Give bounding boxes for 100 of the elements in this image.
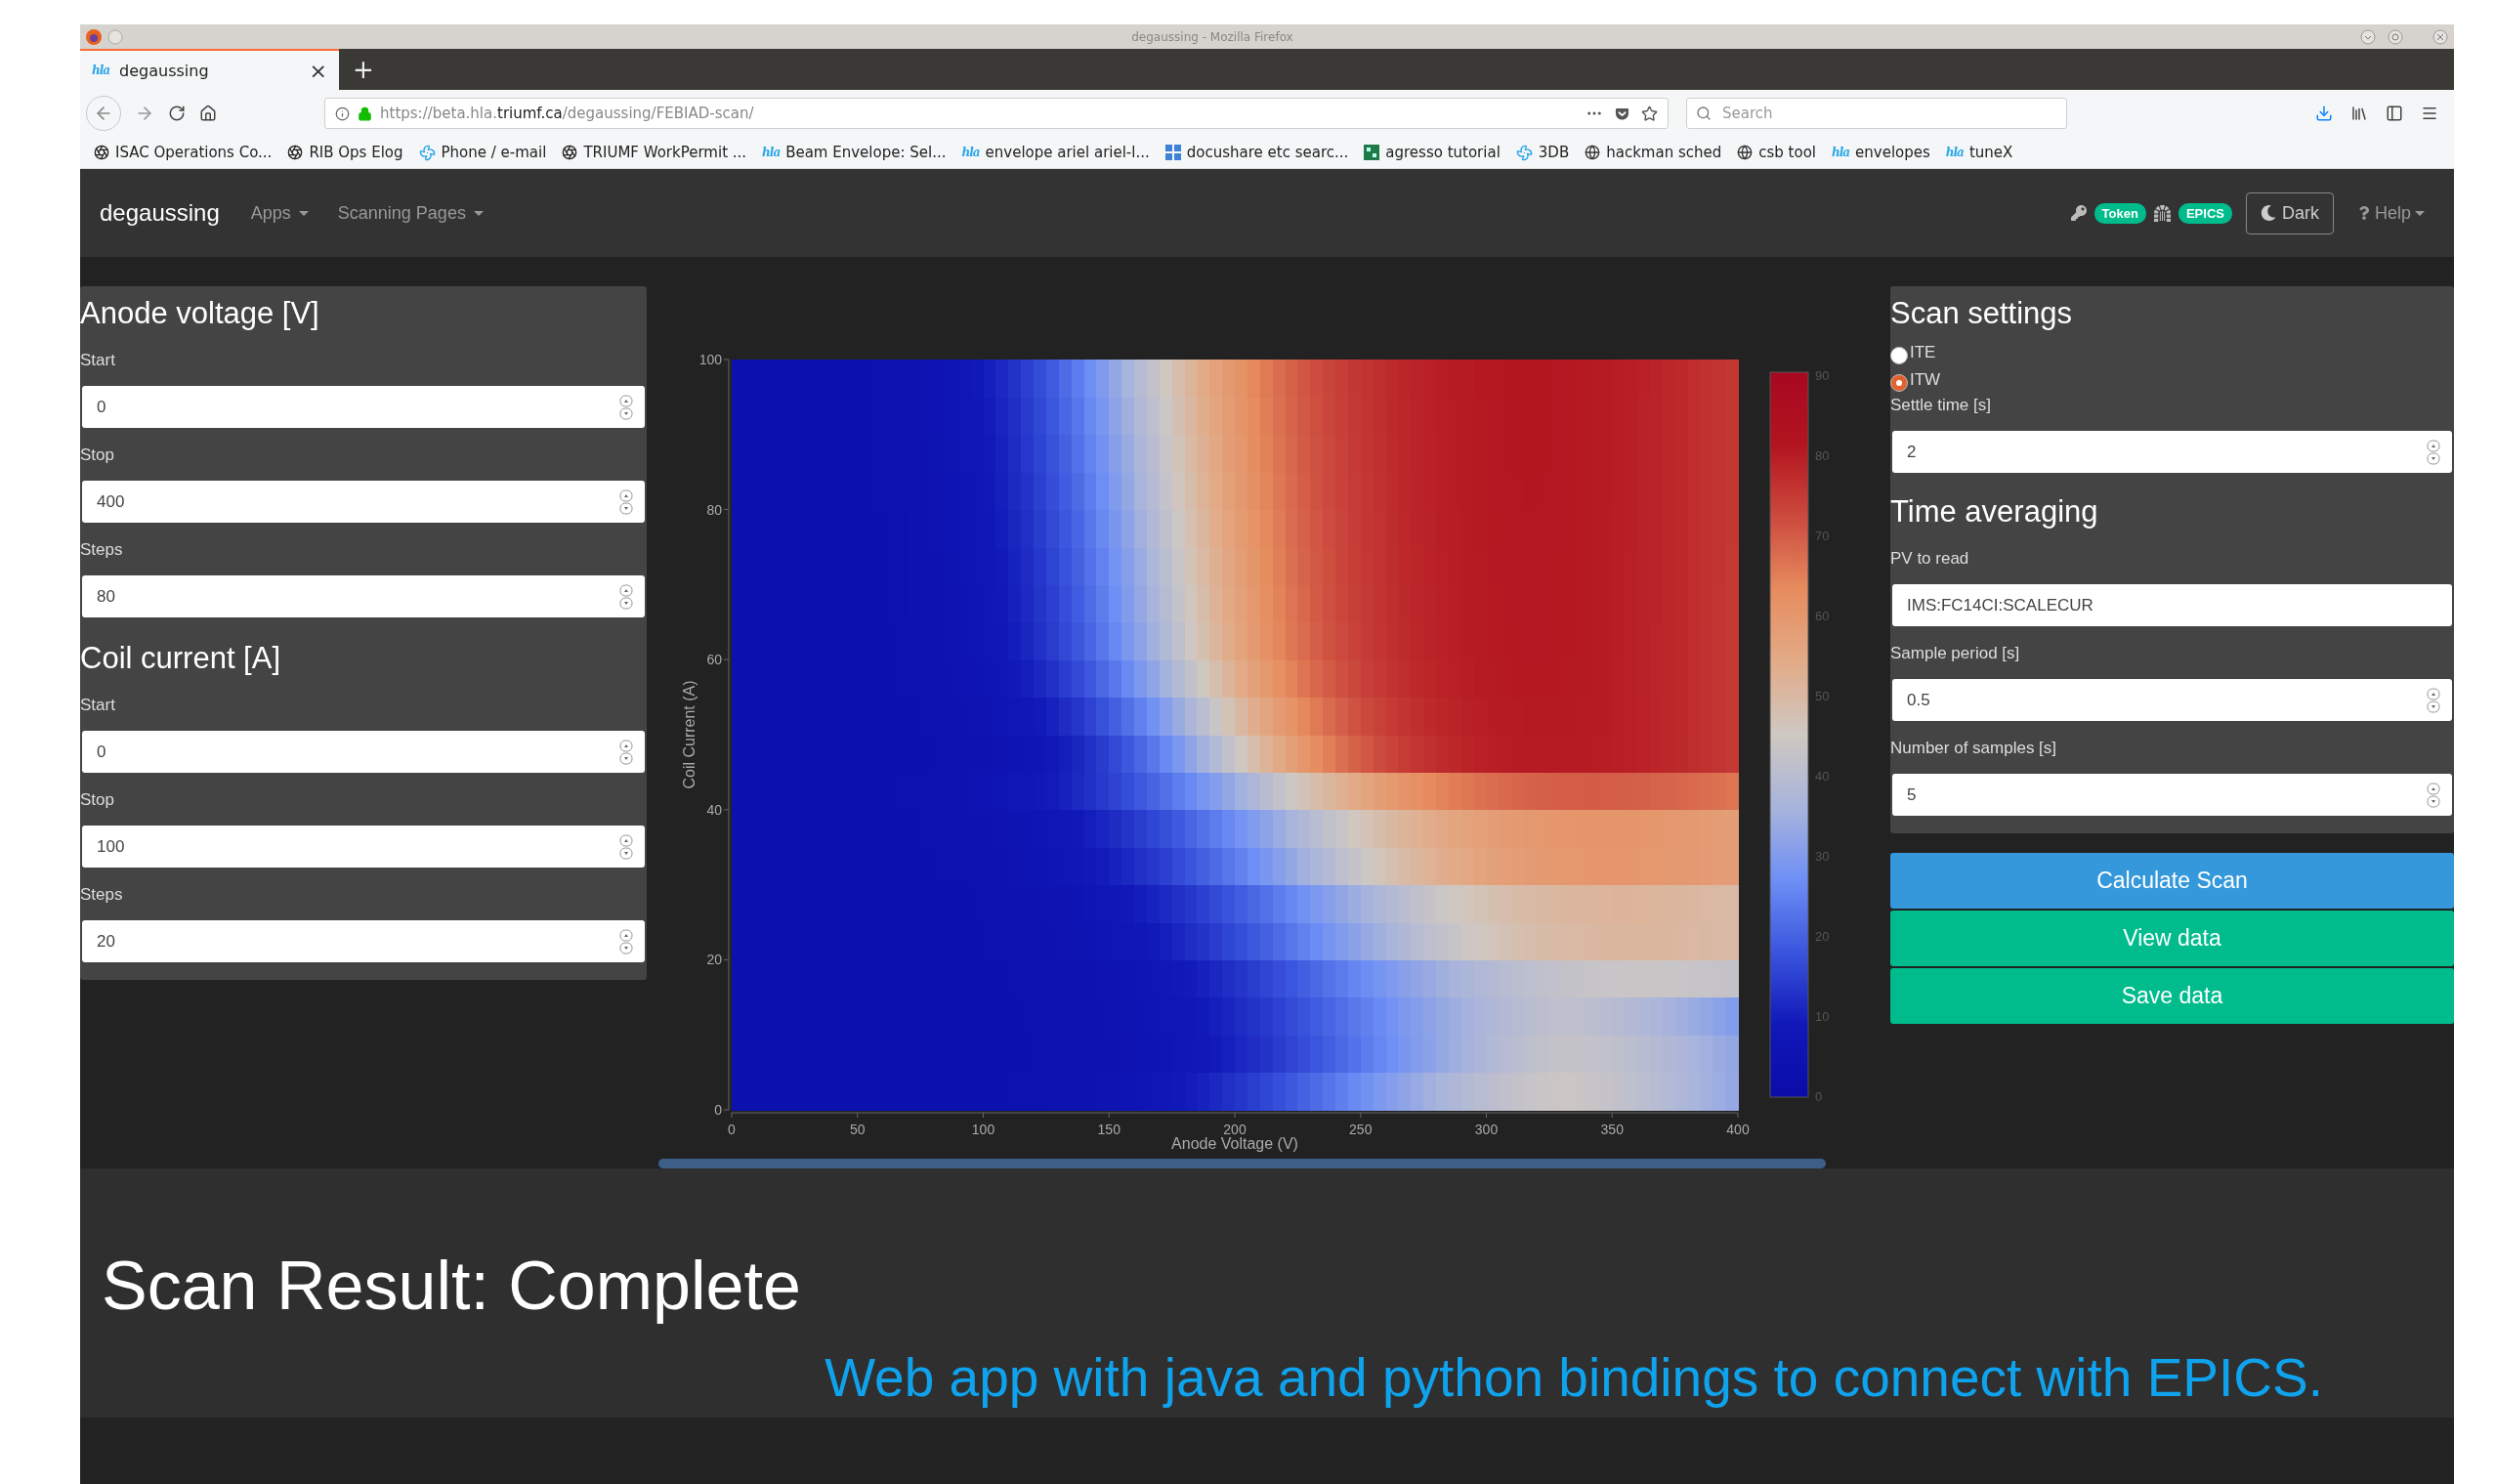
number-field[interactable]: 0 xyxy=(82,731,645,773)
axis-tick-label: 80 xyxy=(705,501,722,518)
number-field[interactable]: 2 xyxy=(1892,431,2452,473)
circle-icon xyxy=(107,28,123,45)
bookmark-label: csb tool xyxy=(1758,144,1816,161)
radio-option[interactable]: ITE xyxy=(1890,339,2452,366)
download-button[interactable] xyxy=(2315,105,2333,122)
spinner-icon[interactable] xyxy=(619,489,633,515)
bookmark[interactable]: hackman sched xyxy=(1585,144,1722,161)
bookmark[interactable]: csb tool xyxy=(1737,144,1816,161)
axis-tick-label: 300 xyxy=(1474,1122,1498,1137)
caret-icon xyxy=(298,210,309,216)
bookmark-label: Phone / e-mail xyxy=(441,144,547,161)
home-button[interactable] xyxy=(199,105,217,122)
number-field[interactable]: 0.5 xyxy=(1892,679,2452,721)
new-tab-button[interactable]: + xyxy=(339,49,388,90)
scrollbar[interactable] xyxy=(658,1159,1826,1168)
axis-tick-label: 250 xyxy=(1348,1122,1372,1137)
pocket-icon[interactable] xyxy=(1615,106,1629,121)
status-badge: EPICS xyxy=(2178,202,2232,224)
bookmark[interactable]: agresso tutorial xyxy=(1364,144,1501,161)
reload-button[interactable] xyxy=(168,105,186,122)
spinner-icon[interactable] xyxy=(619,584,633,610)
axis-title: Anode Voltage (V) xyxy=(1170,1135,1298,1152)
axis-title: Coil Current (A) xyxy=(680,680,698,789)
spinner-icon[interactable] xyxy=(2427,783,2440,808)
axis-tick-label: 60 xyxy=(705,652,722,668)
maximize-icon[interactable] xyxy=(2388,28,2403,45)
browser-tab[interactable]: hla degaussing × xyxy=(80,49,339,90)
field-label: Stop xyxy=(80,445,115,465)
sheet-icon xyxy=(1364,145,1380,160)
spinner-icon[interactable] xyxy=(619,834,633,860)
firefox-icon xyxy=(86,28,102,45)
minimize-icon[interactable] xyxy=(2360,28,2376,45)
caption-text: Web app with java and python bindings to connect with EPICS. xyxy=(824,1346,2323,1409)
axis-tick-label: 150 xyxy=(1097,1122,1121,1137)
number-field[interactable]: 100 xyxy=(82,826,645,868)
caret-icon xyxy=(2415,210,2425,216)
bookmark[interactable]: hla envelopes xyxy=(1832,144,1930,161)
help-menu[interactable]: Help xyxy=(2356,202,2425,224)
dark-mode-button[interactable]: Dark xyxy=(2245,191,2334,234)
axis-tick-label: 40 xyxy=(705,801,722,818)
spinner-icon[interactable] xyxy=(619,740,633,765)
bookmark[interactable]: RIB Ops Elog xyxy=(287,144,403,161)
grid-icon xyxy=(1164,145,1181,160)
field-label: Start xyxy=(80,696,116,715)
spinner-icon[interactable] xyxy=(619,395,633,420)
bookmark[interactable]: hla envelope ariel ariel-l... xyxy=(961,144,1150,161)
axis-tick-label: 0 xyxy=(713,1102,722,1118)
moon-icon xyxy=(2260,205,2276,221)
number-field[interactable]: 400 xyxy=(82,481,645,523)
field-label: Settle time [s] xyxy=(1890,396,1992,415)
number-field[interactable]: 20 xyxy=(82,920,645,962)
gate-icon xyxy=(2153,204,2171,222)
radio-button[interactable] xyxy=(1890,374,1908,392)
sidebar-button[interactable] xyxy=(2386,105,2403,122)
url-text: https://beta.hla.triumf.ca/degaussing/FEBIAD-scan/ xyxy=(380,105,754,122)
fan-icon xyxy=(418,144,436,161)
radio-button[interactable] xyxy=(1890,347,1908,364)
tab-title: degaussing xyxy=(119,61,209,80)
spinner-icon[interactable] xyxy=(2427,688,2440,713)
library-button[interactable] xyxy=(2350,105,2368,122)
app-brand[interactable]: degaussing xyxy=(100,199,220,227)
star-icon[interactable] xyxy=(1641,105,1658,122)
field-label: Start xyxy=(80,351,116,370)
close-icon[interactable] xyxy=(2432,28,2448,45)
nav-menu[interactable]: Scanning Pages xyxy=(337,202,484,224)
bookmark-label: envelopes xyxy=(1855,144,1930,161)
hla-logo: hla xyxy=(961,146,980,159)
number-field[interactable]: 0 xyxy=(82,386,645,428)
axis-tick-label: 400 xyxy=(1725,1122,1750,1137)
radio-option[interactable]: ITW xyxy=(1890,366,2452,394)
nav-menu[interactable]: Apps xyxy=(250,202,309,224)
tab-close-button[interactable]: × xyxy=(309,58,327,83)
status-badge: Token xyxy=(2093,202,2146,224)
axis-tick-label: 350 xyxy=(1600,1122,1624,1137)
axis-tick-label: 100 xyxy=(971,1122,994,1137)
panel-title: Time averaging xyxy=(1890,493,2099,530)
bookmark[interactable]: 3DB xyxy=(1515,144,1570,161)
spinner-icon[interactable] xyxy=(2427,440,2440,465)
text-field[interactable]: IMS:FC14CI:SCALECUR xyxy=(1892,584,2452,626)
url-field[interactable]: https://beta.hla.triumf.ca/degaussing/FEBIAD-scan/ xyxy=(324,98,1669,129)
radio-label: ITE xyxy=(1910,343,1936,362)
back-button[interactable] xyxy=(86,96,121,131)
bookmark-label: hackman sched xyxy=(1606,144,1722,161)
fan-icon xyxy=(1515,144,1533,161)
field-label: Steps xyxy=(80,540,124,560)
search-icon xyxy=(1696,106,1712,121)
number-field[interactable]: 80 xyxy=(82,575,645,617)
caret-icon xyxy=(473,210,484,216)
bookmark[interactable]: hla Beam Envelope: Sel... xyxy=(762,144,947,161)
info-icon xyxy=(335,106,350,121)
panel-title: Scan settings xyxy=(1890,295,2074,332)
panel-title: Anode voltage [V] xyxy=(80,295,320,332)
number-field[interactable]: 5 xyxy=(1892,774,2452,816)
bookmark[interactable]: Phone / e-mail xyxy=(418,144,547,161)
spinner-icon[interactable] xyxy=(619,929,633,954)
search-field[interactable]: Search xyxy=(1686,98,2067,129)
bookmark[interactable]: hla tuneX xyxy=(1945,144,2013,161)
menu-button[interactable] xyxy=(2421,105,2438,122)
